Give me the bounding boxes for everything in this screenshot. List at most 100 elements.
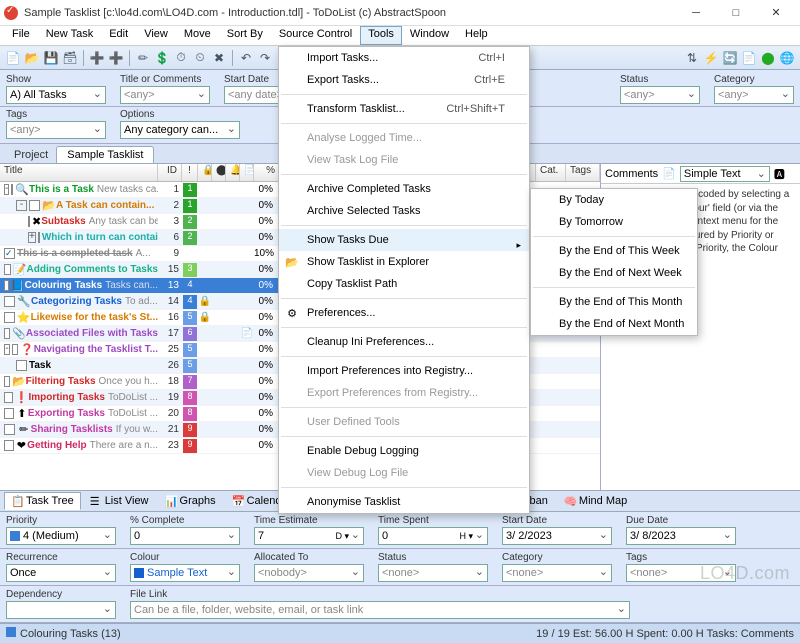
menuitem-preferences-[interactable]: ⚙Preferences... [279, 302, 529, 324]
prop-dependency[interactable] [6, 601, 116, 619]
save-icon[interactable]: 💾 [42, 49, 60, 67]
col-title[interactable]: Title [0, 164, 158, 181]
bolt-icon[interactable]: ⚡ [702, 49, 720, 67]
menuitem-import-tasks-[interactable]: Import Tasks...Ctrl+I [279, 47, 529, 69]
delete-icon[interactable]: ✖ [210, 49, 228, 67]
prop-category[interactable]: <none> [502, 564, 612, 582]
menuitem-show-tasks-due[interactable]: Show Tasks Due [279, 229, 529, 251]
window-title: Sample Tasklist [c:\lo4d.com\LO4D.com - … [24, 7, 676, 19]
minimize-button[interactable]: ─ [676, 2, 716, 24]
menuitem-by-the-end-of-this-month[interactable]: By the End of This Month [531, 291, 697, 313]
view-tab-mind-map[interactable]: 🧠Mind Map [557, 492, 634, 510]
menu-help[interactable]: Help [457, 26, 496, 45]
menu-move[interactable]: Move [176, 26, 219, 45]
category-label: Category [714, 74, 794, 85]
prop-complete[interactable]: 0 [130, 527, 240, 545]
edit-icon[interactable]: ✏ [134, 49, 152, 67]
cost-icon[interactable]: 💲 [153, 49, 171, 67]
prop-timespent[interactable]: 0 H ▾ [378, 527, 488, 545]
menuitem-export-tasks-[interactable]: Export Tasks...Ctrl+E [279, 69, 529, 91]
col-dep[interactable]: ⬤ [212, 164, 226, 181]
comments-label: Comments [605, 168, 658, 180]
menuitem-anonymise-tasklist[interactable]: Anonymise Tasklist [279, 491, 529, 513]
newsubtask-icon[interactable]: ➕ [107, 49, 125, 67]
prop-status[interactable]: <none> [378, 564, 488, 582]
show-label: Show [6, 74, 106, 85]
prop-priority[interactable]: 4 (Medium) [6, 527, 116, 545]
col-tags[interactable]: Tags [566, 164, 600, 181]
prop-filelink[interactable]: Can be a file, folder, website, email, o… [130, 601, 630, 619]
menu-newtask[interactable]: New Task [38, 26, 101, 45]
menu-sourcecontrol[interactable]: Source Control [271, 26, 360, 45]
col-priority[interactable]: ! [182, 164, 198, 181]
menuitem-enable-debug-logging[interactable]: Enable Debug Logging [279, 440, 529, 462]
tools-menu-dropdown[interactable]: Import Tasks...Ctrl+IExport Tasks...Ctrl… [278, 46, 530, 514]
menu-file[interactable]: File [4, 26, 38, 45]
prop-timeestimate[interactable]: 7 D ▾ [254, 527, 364, 545]
project-tab[interactable]: Sample Tasklist [56, 146, 154, 163]
prop-label: Start Date [502, 515, 612, 526]
show-combo[interactable]: A) All Tasks [6, 86, 106, 104]
item-icon[interactable]: ⬤ [759, 49, 777, 67]
menuitem-show-tasklist-in-explorer[interactable]: 📂Show Tasklist in Explorer [279, 251, 529, 273]
menu-edit[interactable]: Edit [101, 26, 136, 45]
menu-view[interactable]: View [136, 26, 176, 45]
comments-font-btn[interactable]: 🅰 [774, 166, 785, 182]
menuitem-by-today[interactable]: By Today [531, 189, 697, 211]
tags-combo[interactable]: <any> [6, 121, 106, 139]
maximize-button[interactable]: □ [716, 2, 756, 24]
menuitem-archive-completed-tasks[interactable]: Archive Completed Tasks [279, 178, 529, 200]
menu-sortby[interactable]: Sort By [219, 26, 271, 45]
col-file[interactable]: 📄 [240, 164, 254, 181]
menuitem-view-task-log-file: View Task Log File [279, 149, 529, 171]
close-button[interactable]: ✕ [756, 2, 796, 24]
view-tab-graphs[interactable]: 📊Graphs [158, 492, 223, 510]
prop-allocatedto[interactable]: <nobody> [254, 564, 364, 582]
menuitem-by-tomorrow[interactable]: By Tomorrow [531, 211, 697, 233]
open-icon[interactable]: 📂 [23, 49, 41, 67]
redo-icon[interactable]: ↷ [256, 49, 274, 67]
titlefilter-combo[interactable]: <any> [120, 86, 210, 104]
view-tab-list-view[interactable]: ☰List View [83, 492, 156, 510]
menuitem-copy-tasklist-path[interactable]: Copy Tasklist Path [279, 273, 529, 295]
saveall-icon[interactable]: 🗃 [61, 49, 79, 67]
menuitem-by-the-end-of-next-month[interactable]: By the End of Next Month [531, 313, 697, 335]
prop-recurrence[interactable]: Once [6, 564, 116, 582]
showtasksdue-submenu[interactable]: By TodayBy Tomorrow By the End of This We… [530, 188, 698, 336]
col-id[interactable]: ID [158, 164, 182, 181]
menu-window[interactable]: Window [402, 26, 457, 45]
prop-startdate[interactable]: 3/ 2/2023 [502, 527, 612, 545]
options-combo[interactable]: Any category can... [120, 121, 240, 139]
menuitem-user-defined-tools: User Defined Tools [279, 411, 529, 433]
web-icon[interactable]: 🌐 [778, 49, 796, 67]
category-combo[interactable]: <any> [714, 86, 794, 104]
prop-colour[interactable]: Sample Text [130, 564, 240, 582]
clock-icon[interactable]: ⏱ [172, 49, 190, 67]
menuitem-transform-tasklist-[interactable]: Transform Tasklist...Ctrl+Shift+T [279, 98, 529, 120]
new-icon[interactable]: 📄 [4, 49, 22, 67]
menuitem-archive-selected-tasks[interactable]: Archive Selected Tasks [279, 200, 529, 222]
col-cat[interactable]: Cat. [536, 164, 566, 181]
status-label: Status [620, 74, 700, 85]
sort-icon[interactable]: ⇅ [683, 49, 701, 67]
menuitem-by-the-end-of-this-week[interactable]: By the End of This Week [531, 240, 697, 262]
status-right: 19 / 19 Est: 56.00 H Spent: 0.00 H Tasks… [536, 628, 794, 640]
prop-duedate[interactable]: 3/ 8/2023 [626, 527, 736, 545]
col-reminder[interactable]: 🔔 [226, 164, 240, 181]
menuitem-cleanup-ini-preferences-[interactable]: Cleanup Ini Preferences... [279, 331, 529, 353]
status-combo[interactable]: <any> [620, 86, 700, 104]
col-lock[interactable]: 🔒 [198, 164, 212, 181]
undo-icon[interactable]: ↶ [237, 49, 255, 67]
doc-icon[interactable]: 📄 [740, 49, 758, 67]
menubar: FileNew TaskEditViewMoveSort BySource Co… [0, 26, 800, 46]
menuitem-export-preferences-from-registry-: Export Preferences from Registry... [279, 382, 529, 404]
menu-tools[interactable]: Tools [360, 26, 402, 45]
view-tab-task-tree[interactable]: 📋Task Tree [4, 492, 81, 510]
refresh-icon[interactable]: 🔄 [721, 49, 739, 67]
timer-icon[interactable]: ⏲ [191, 49, 209, 67]
comments-type-combo[interactable]: Simple Text [680, 166, 770, 182]
newtask-icon[interactable]: ➕ [88, 49, 106, 67]
col-pct[interactable]: % [254, 164, 280, 181]
menuitem-by-the-end-of-next-week[interactable]: By the End of Next Week [531, 262, 697, 284]
menuitem-import-preferences-into-registry-[interactable]: Import Preferences into Registry... [279, 360, 529, 382]
